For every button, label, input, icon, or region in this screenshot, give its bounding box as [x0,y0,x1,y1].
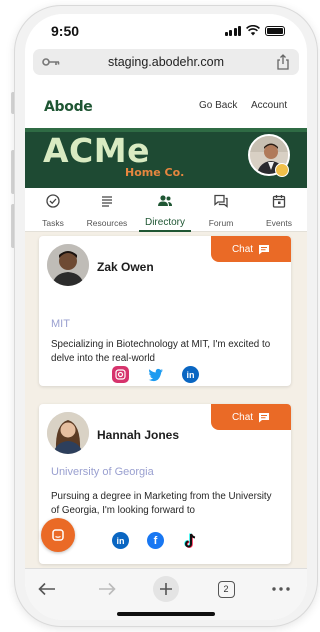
address-bar[interactable]: staging.abodehr.com [33,49,299,75]
tab-tasks[interactable]: Tasks [25,188,81,232]
go-back-link[interactable]: Go Back [199,100,237,111]
linkedin-icon[interactable]: in [182,366,199,383]
chat-bubble-icon [259,244,270,254]
section-tabs: Tasks Resources Directory Forum Events [25,188,307,232]
linkedin-icon[interactable]: in [112,532,129,549]
person-name: Zak Owen [97,260,154,274]
wifi-icon [246,25,260,36]
share-icon[interactable] [276,54,290,70]
person-bio: Specializing in Biotechnology at MIT, I'… [51,339,271,364]
chat-widget-icon [52,529,64,541]
profile-photo[interactable] [47,412,89,454]
instagram-icon[interactable] [112,366,129,383]
person-school: MIT [51,318,70,330]
phone-screen: 9:50 staging.abodehr.com Abode Go Back A… [25,14,307,620]
social-links: in f [112,532,199,549]
twitter-icon[interactable] [147,366,164,383]
social-links: in [112,366,199,383]
facebook-icon[interactable]: f [147,532,164,549]
tabs-count: 2 [217,580,235,598]
person-bio: Pursuing a degree in Marketing from the … [51,491,272,516]
list-icon [102,196,112,207]
forum-icon [214,194,228,208]
new-tab-plus-icon[interactable] [153,576,179,602]
chat-bubble-icon [259,412,270,422]
chat-button-label: Chat [231,411,254,423]
avatar-chat-badge-icon [275,163,289,177]
profile-photo-portrait [47,412,89,454]
tab-events[interactable]: Events [251,188,307,232]
directory-card: Chat Hannah Jones University of Georgia … [39,404,291,564]
tab-label: Resources [86,218,128,228]
tab-forum[interactable]: Forum [193,188,249,232]
url-text: staging.abodehr.com [107,55,225,69]
forward-arrow-icon[interactable] [95,577,119,601]
battery-icon [265,26,285,36]
directory-card: Chat Zak Owen MIT Specializing in Biotec… [39,236,291,386]
tab-directory[interactable]: Directory [137,188,193,232]
status-icons [224,25,285,36]
chat-button[interactable]: Chat [211,404,291,430]
tab-label: Directory [144,217,185,228]
people-icon [158,195,172,206]
back-arrow-icon[interactable] [35,577,59,601]
company-logo-subtitle: Home Co. [125,166,185,179]
cellular-signal-icon [224,26,241,36]
person-name: Hannah Jones [97,428,180,442]
abode-logo[interactable]: Abode [44,99,93,115]
company-logo-title: ACMe [43,131,150,170]
more-options-icon[interactable] [269,577,293,601]
site-header: Abode Go Back Account [25,86,307,128]
status-bar: 9:50 [25,14,307,48]
tab-label: Forum [208,218,234,228]
account-link[interactable]: Account [251,100,287,111]
tab-label: Events [266,218,292,228]
person-school: University of Georgia [51,466,154,478]
tab-resources[interactable]: Resources [79,188,135,232]
profile-photo-portrait [47,244,89,286]
help-chat-fab[interactable] [41,518,75,552]
tabs-count-icon[interactable]: 2 [214,577,238,601]
status-time: 9:50 [51,23,80,39]
tiktok-icon[interactable] [182,532,199,549]
home-indicator [117,612,215,616]
chat-button[interactable]: Chat [211,236,291,262]
tab-label: Tasks [42,218,64,228]
chat-button-label: Chat [231,243,254,255]
check-circle-icon [46,194,60,208]
calendar-icon [272,195,286,208]
profile-photo[interactable] [47,244,89,286]
